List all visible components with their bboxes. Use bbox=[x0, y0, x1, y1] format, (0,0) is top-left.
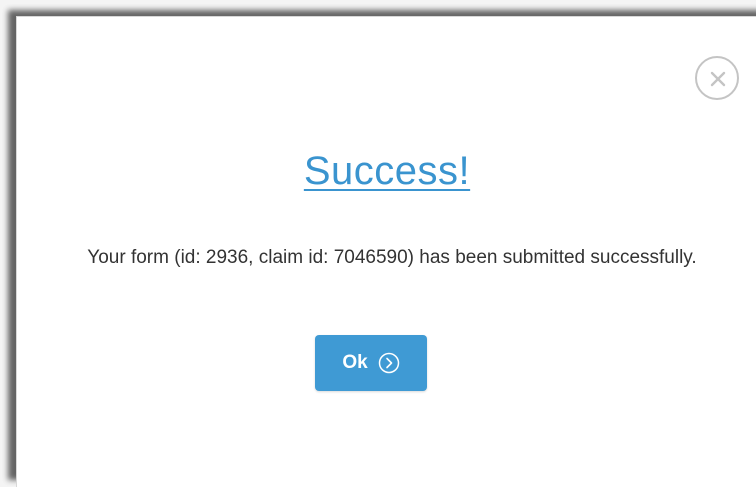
success-dialog: Success! Your form (id: 2936, claim id: … bbox=[16, 16, 756, 487]
dialog-title: Success! bbox=[303, 149, 471, 193]
dialog-message: Your form (id: 2936, claim id: 7046590) … bbox=[87, 247, 697, 268]
ok-button-label: Ok bbox=[342, 352, 368, 373]
close-button[interactable] bbox=[695, 56, 739, 100]
ok-button[interactable]: Ok bbox=[315, 335, 427, 391]
chevron-right-circle-icon bbox=[378, 352, 399, 374]
close-icon bbox=[710, 71, 726, 87]
